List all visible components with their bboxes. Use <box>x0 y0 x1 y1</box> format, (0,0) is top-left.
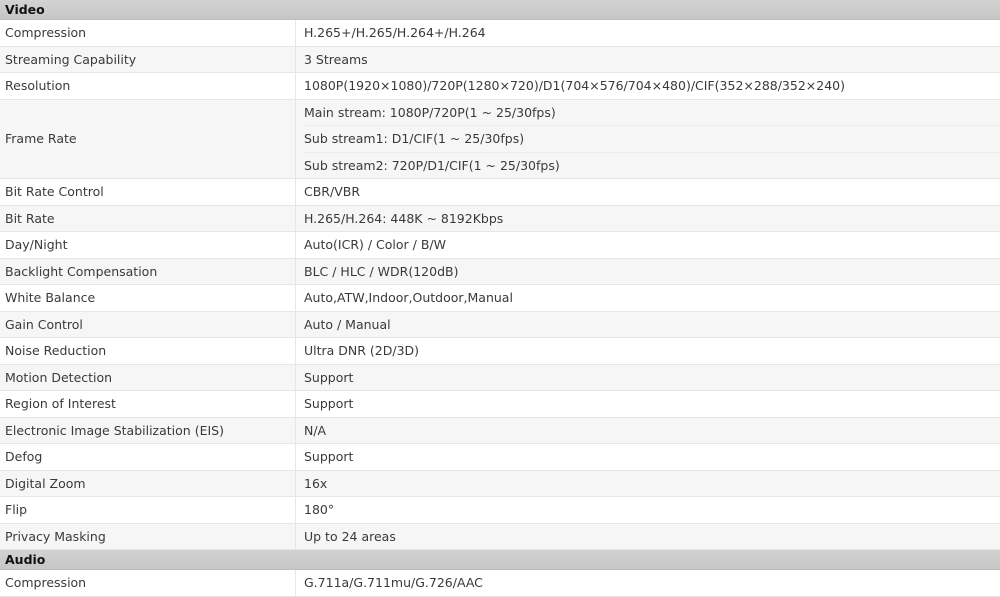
spec-value-line: Support <box>304 369 354 385</box>
spec-value-line: Sub stream2: 720P/D1/CIF(1 ~ 25/30fps) <box>304 151 1000 179</box>
spec-row: Motion Detection Support <box>0 364 1000 391</box>
spec-row: Gain Control Auto / Manual <box>0 311 1000 338</box>
spec-row: Streaming Capability 3 Streams <box>0 46 1000 73</box>
spec-value-line: Ultra DNR (2D/3D) <box>304 343 420 358</box>
spec-value: Ultra DNR (2D/3D) <box>296 338 1000 364</box>
spec-value-line: Main stream: 1080P/720P(1 ~ 25/30fps) <box>304 104 556 120</box>
spec-value: BLC / HLC / WDR(120dB) <box>296 259 1000 285</box>
spec-value: H.265+/H.265/H.264+/H.264 <box>296 20 1000 46</box>
spec-value: Up to 24 areas <box>296 524 1000 550</box>
spec-value-line: 180° <box>304 502 335 517</box>
spec-value: Main stream: 1080P/720P(1 ~ 25/30fps) Sub… <box>296 100 1000 179</box>
spec-value: Support <box>296 444 1000 470</box>
spec-label: Bit Rate Control <box>0 179 296 205</box>
spec-row: White Balance Auto,ATW,Indoor,Outdoor,Man… <box>0 285 1000 312</box>
spec-value-line: Support <box>304 449 354 464</box>
spec-value-line: Auto(ICR) / Color / B/W <box>304 237 446 252</box>
spec-row: Bit Rate Control CBR/VBR <box>0 179 1000 206</box>
spec-value-line: Auto / Manual <box>304 316 391 332</box>
spec-row: Defog Support <box>0 444 1000 471</box>
spec-value-line: 16x <box>304 475 328 491</box>
spec-row: Resolution 1080P(1920×1080)/720P(1280×720… <box>0 73 1000 100</box>
spec-value: N/A <box>296 418 1000 444</box>
spec-label: Motion Detection <box>0 364 296 390</box>
spec-table: Video Compression H.265+/H.265/H.264+/H.26… <box>0 0 1000 597</box>
spec-label: Digital Zoom <box>0 470 296 496</box>
spec-label: Electronic Image Stabilization (EIS) <box>0 417 296 443</box>
spec-value-line: BLC / HLC / WDR(120dB) <box>304 263 459 279</box>
spec-row: Day/Night Auto(ICR) / Color / B/W <box>0 232 1000 259</box>
spec-value-line: Up to 24 areas <box>304 528 396 544</box>
spec-label: Flip <box>0 497 296 523</box>
spec-label: Compression <box>0 570 296 596</box>
spec-value-line: CBR/VBR <box>304 184 361 199</box>
spec-value: Auto(ICR) / Color / B/W <box>296 232 1000 258</box>
spec-label: Bit Rate <box>0 205 296 231</box>
spec-value: 3 Streams <box>296 47 1000 73</box>
spec-value: Support <box>296 365 1000 391</box>
spec-value: 1080P(1920×1080)/720P(1280×720)/D1(704×5… <box>296 73 1000 99</box>
spec-value-line: 3 Streams <box>304 51 368 67</box>
spec-label: Frame Rate <box>0 99 296 178</box>
spec-value-line: Sub stream1: D1/CIF(1 ~ 25/30fps) <box>304 125 1000 152</box>
section-header-video: Video <box>0 0 1000 20</box>
spec-value: CBR/VBR <box>296 179 1000 205</box>
spec-value-line: 1080P(1920×1080)/720P(1280×720)/D1(704×5… <box>304 78 846 93</box>
spec-value: 16x <box>296 471 1000 497</box>
spec-row: Digital Zoom 16x <box>0 470 1000 497</box>
spec-label: White Balance <box>0 285 296 311</box>
spec-value: 180° <box>296 497 1000 523</box>
spec-value: H.265/H.264: 448K ~ 8192Kbps <box>296 206 1000 232</box>
spec-label: Defog <box>0 444 296 470</box>
spec-row: Region of Interest Support <box>0 391 1000 418</box>
spec-row: Backlight Compensation BLC / HLC / WDR(12… <box>0 258 1000 285</box>
spec-value-line: N/A <box>304 422 327 438</box>
spec-label: Day/Night <box>0 232 296 258</box>
spec-label: Privacy Masking <box>0 523 296 549</box>
spec-label: Region of Interest <box>0 391 296 417</box>
spec-value-line: Auto,ATW,Indoor,Outdoor,Manual <box>304 290 513 305</box>
spec-label: Gain Control <box>0 311 296 337</box>
spec-row: Frame Rate Main stream: 1080P/720P(1 ~ 25… <box>0 99 1000 179</box>
spec-row: Flip 180° <box>0 497 1000 524</box>
spec-value-line: H.265/H.264: 448K ~ 8192Kbps <box>304 210 504 226</box>
spec-value: Auto,ATW,Indoor,Outdoor,Manual <box>296 285 1000 311</box>
spec-label: Noise Reduction <box>0 338 296 364</box>
spec-label: Streaming Capability <box>0 46 296 72</box>
spec-value-line: H.265+/H.265/H.264+/H.264 <box>304 25 486 40</box>
section-header-audio: Audio <box>0 550 1000 570</box>
spec-row: Electronic Image Stabilization (EIS) N/A <box>0 417 1000 444</box>
spec-label: Compression <box>0 20 296 46</box>
spec-value: Auto / Manual <box>296 312 1000 338</box>
spec-value-line: G.711a/G.711mu/G.726/AAC <box>304 575 483 590</box>
spec-label: Resolution <box>0 73 296 99</box>
spec-row: Bit Rate H.265/H.264: 448K ~ 8192Kbps <box>0 205 1000 232</box>
spec-row: Compression H.265+/H.265/H.264+/H.264 <box>0 20 1000 47</box>
spec-row: Noise Reduction Ultra DNR (2D/3D) <box>0 338 1000 365</box>
spec-value-line: Support <box>304 396 354 411</box>
spec-value: Support <box>296 391 1000 417</box>
spec-value: G.711a/G.711mu/G.726/AAC <box>296 570 1000 596</box>
spec-row: Privacy Masking Up to 24 areas <box>0 523 1000 550</box>
spec-row: Compression G.711a/G.711mu/G.726/AAC <box>0 570 1000 597</box>
spec-label: Backlight Compensation <box>0 258 296 284</box>
